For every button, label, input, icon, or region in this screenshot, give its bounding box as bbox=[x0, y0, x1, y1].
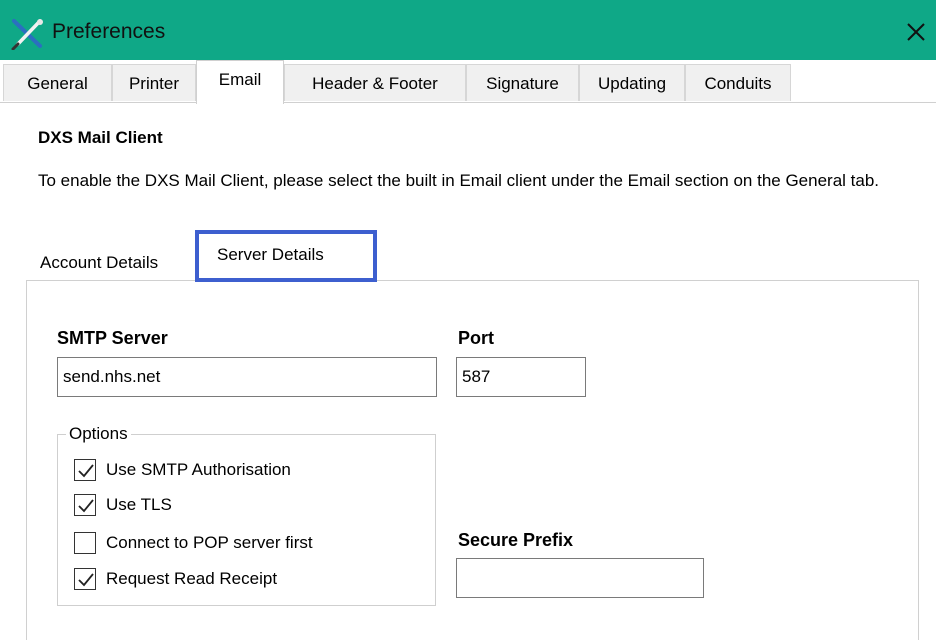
window-left-edge bbox=[0, 103, 4, 630]
port-label: Port bbox=[458, 328, 494, 348]
checkmark-icon bbox=[78, 573, 94, 587]
checkbox[interactable] bbox=[74, 532, 96, 554]
section-description: To enable the DXS Mail Client, please se… bbox=[38, 171, 880, 190]
tab-signature[interactable]: Signature bbox=[466, 64, 579, 101]
tab-bar-divider bbox=[0, 102, 936, 103]
option-label: Request Read Receipt bbox=[106, 569, 278, 588]
tab-printer[interactable]: Printer bbox=[112, 64, 196, 101]
subtab-server-details[interactable]: Server Details bbox=[217, 236, 367, 274]
tab-header-footer[interactable]: Header & Footer bbox=[284, 64, 466, 101]
option-label: Use TLS bbox=[106, 495, 172, 514]
section-title: DXS Mail Client bbox=[38, 128, 163, 147]
tools-icon bbox=[11, 19, 43, 50]
close-icon[interactable] bbox=[898, 14, 934, 50]
checkbox[interactable] bbox=[74, 459, 96, 481]
option-label: Use SMTP Authorisation bbox=[106, 460, 291, 479]
tab-updating[interactable]: Updating bbox=[579, 64, 685, 101]
secure-prefix-input[interactable] bbox=[456, 558, 704, 598]
checkbox[interactable] bbox=[74, 568, 96, 590]
option-label: Connect to POP server first bbox=[106, 533, 313, 552]
tab-general[interactable]: General bbox=[3, 64, 112, 101]
secure-prefix-label: Secure Prefix bbox=[458, 530, 574, 550]
tab-email[interactable]: Email bbox=[196, 60, 284, 104]
port-input[interactable]: 587 bbox=[456, 357, 586, 397]
tab-conduits[interactable]: Conduits bbox=[685, 64, 791, 101]
smtp-server-label: SMTP Server bbox=[57, 328, 168, 348]
checkbox[interactable] bbox=[74, 494, 96, 516]
checkmark-icon bbox=[78, 499, 94, 513]
options-group-title: Options bbox=[66, 424, 131, 444]
checkmark-icon bbox=[78, 464, 94, 478]
window-title: Preferences bbox=[52, 20, 166, 43]
smtp-server-input[interactable]: send.nhs.net bbox=[57, 357, 437, 397]
subtab-account-details[interactable]: Account Details bbox=[40, 244, 195, 282]
